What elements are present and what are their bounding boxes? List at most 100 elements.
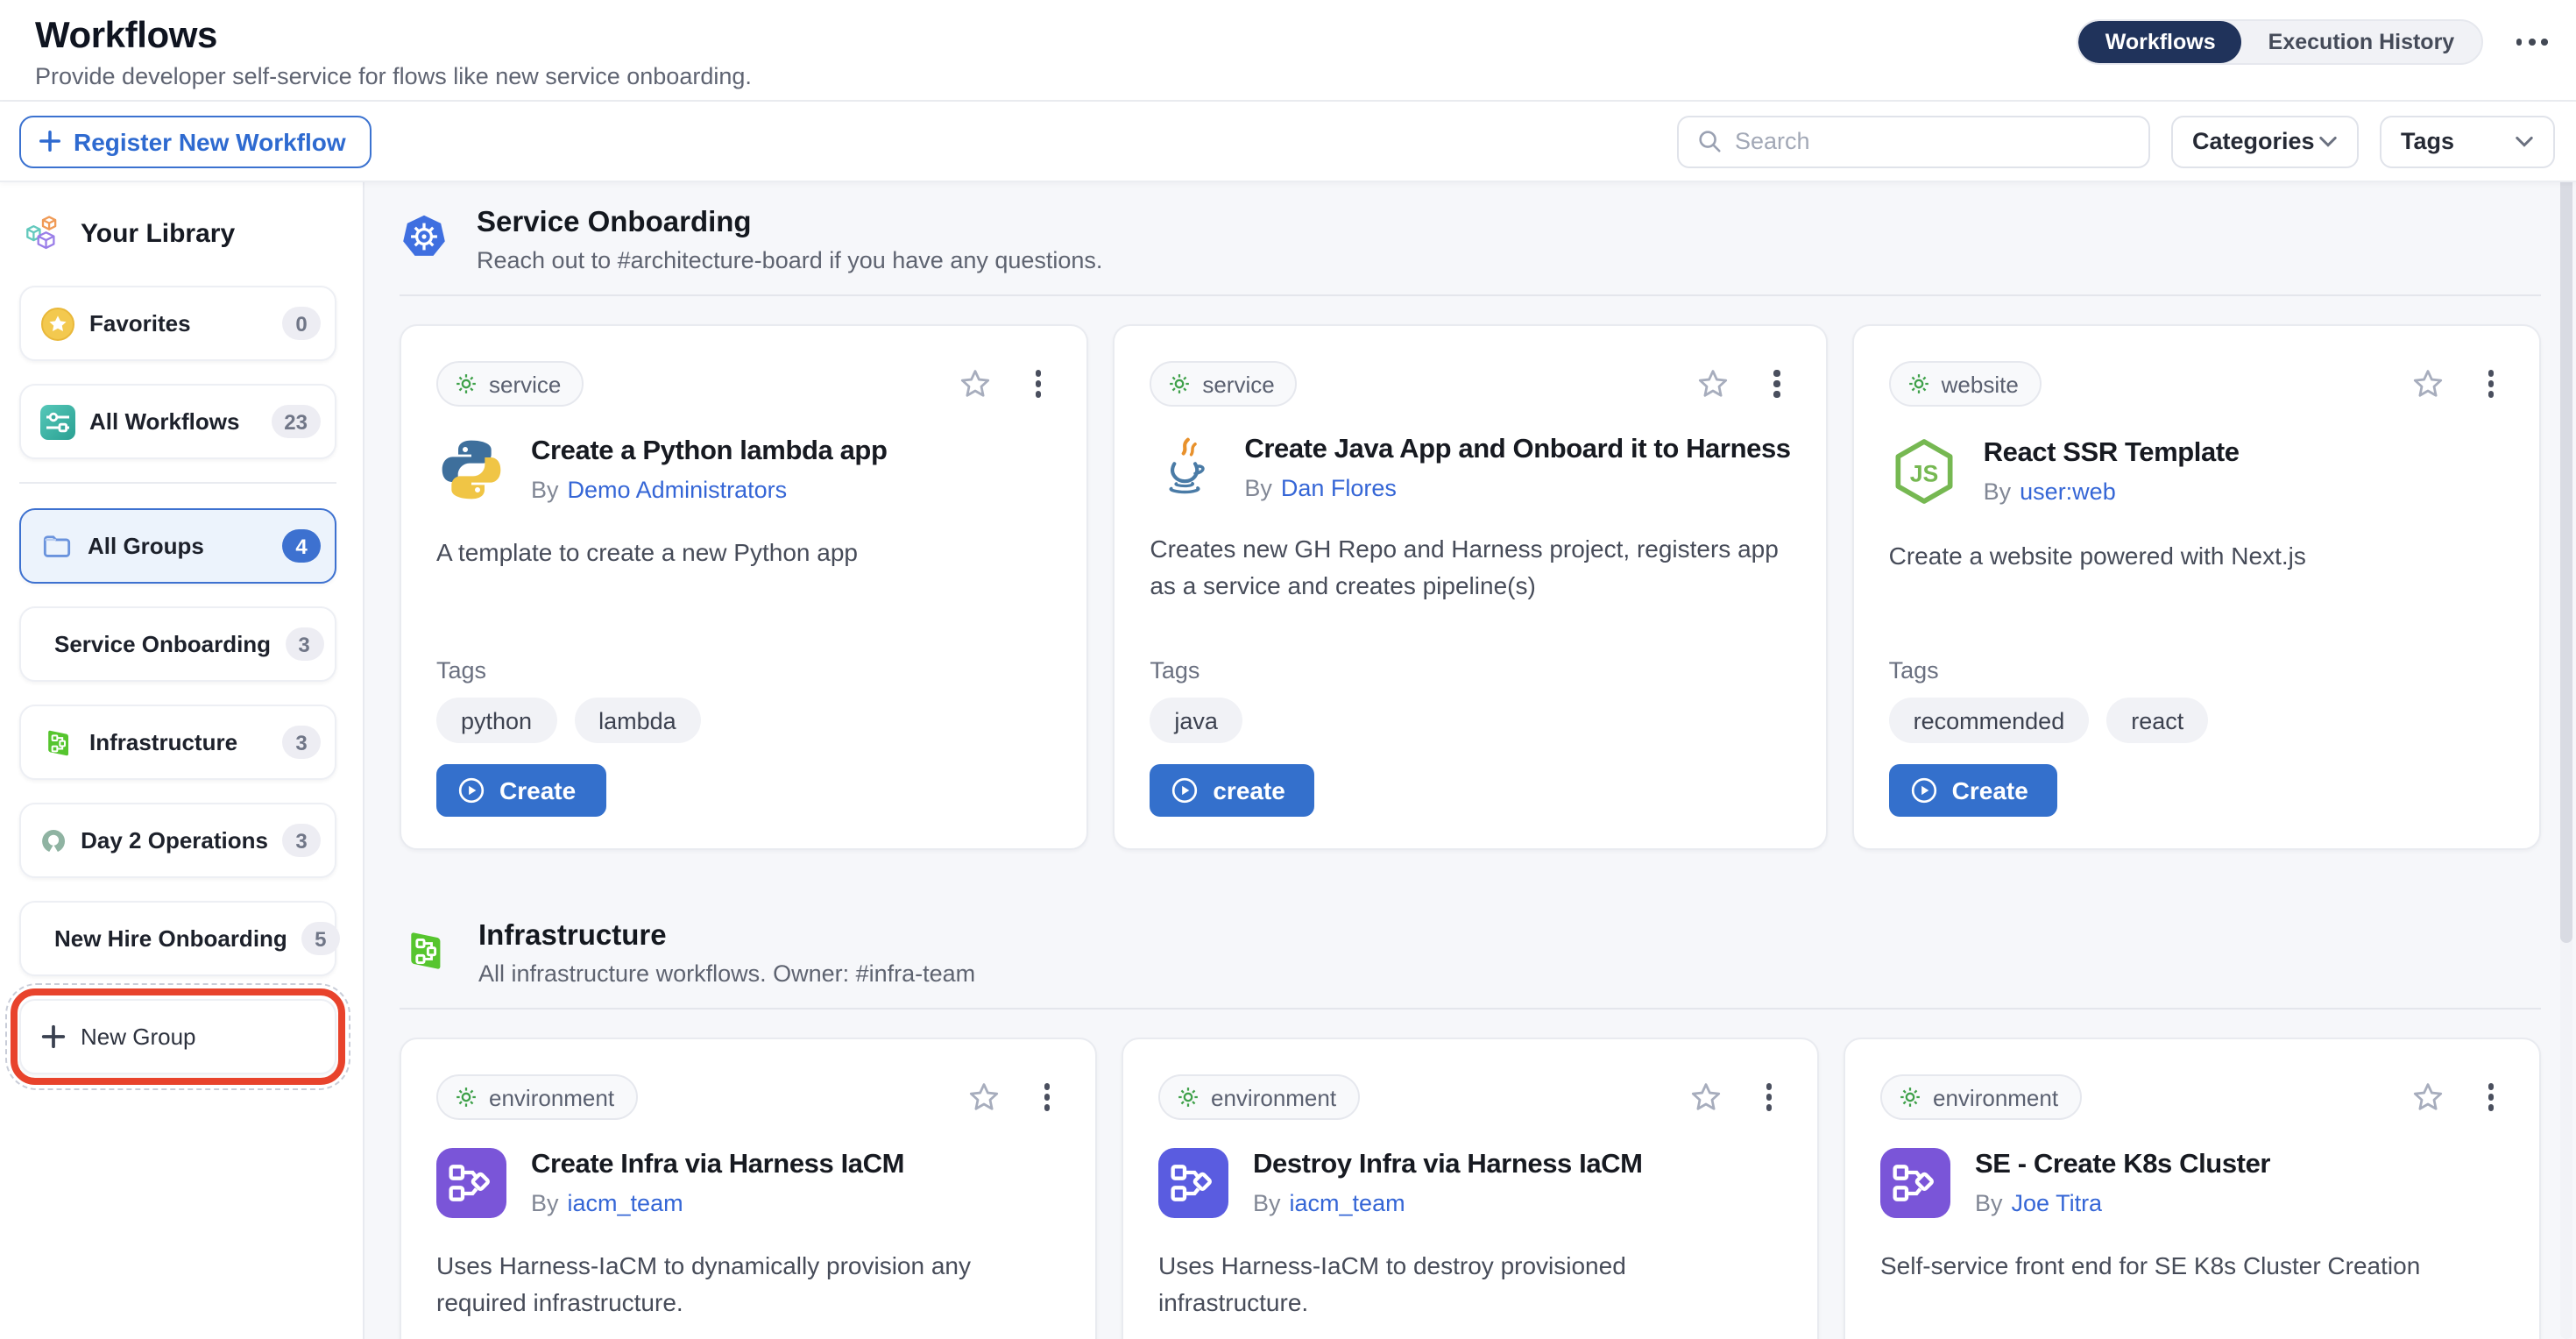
gear-icon (1176, 1085, 1200, 1109)
gear-icon (454, 1085, 478, 1109)
section-title: Infrastructure (478, 920, 975, 953)
infrastructure-icon (400, 925, 450, 976)
card-title: Destroy Infra via Harness IaCM (1253, 1150, 1643, 1181)
owner-link[interactable]: Demo Administrators (568, 477, 788, 503)
create-button[interactable]: Create (436, 764, 605, 817)
section-subtitle: Reach out to #architecture-board if you … (477, 247, 1102, 273)
vertical-scrollbar (2560, 172, 2572, 1339)
owner-link[interactable]: iacm_team (568, 1190, 683, 1216)
favorite-star-icon[interactable] (1695, 365, 1732, 402)
sidebar-item-service-onboarding[interactable]: Service Onboarding 3 (19, 606, 336, 682)
view-toggle: Workflows Execution History (2077, 19, 2483, 65)
card-description: Self-service front end for SE K8s Cluste… (1880, 1248, 2504, 1285)
type-chip: service (1150, 361, 1297, 407)
play-icon (457, 776, 485, 804)
sidebar-item-all-workflows[interactable]: All Workflows 23 (19, 384, 336, 459)
count-badge: 3 (282, 726, 321, 759)
card-description: Create a website powered with Next.js (1889, 538, 2504, 575)
search-box (1677, 115, 2150, 167)
favorite-star-icon[interactable] (2409, 365, 2445, 402)
sidebar-divider (19, 482, 336, 484)
scrollbar-thumb[interactable] (2560, 172, 2572, 943)
owner-link[interactable]: iacm_team (1290, 1190, 1405, 1216)
java-icon (1150, 435, 1220, 501)
register-new-workflow-button[interactable]: Register New Workflow (19, 115, 372, 167)
workflow-card: service (400, 324, 1088, 850)
kebab-menu-icon[interactable] (1771, 366, 1784, 401)
iacm-flowchart-icon (1158, 1148, 1228, 1218)
count-badge: 4 (282, 529, 321, 563)
owner-link[interactable]: user:web (2020, 478, 2116, 505)
kebab-menu-icon[interactable] (1762, 1080, 1775, 1115)
kebab-menu-icon[interactable] (2484, 1080, 2497, 1115)
tag-pill[interactable]: java (1150, 698, 1242, 743)
sidebar-item-day-2-operations[interactable]: Day 2 Operations 3 (19, 803, 336, 878)
page-subtitle: Provide developer self-service for flows… (35, 63, 752, 89)
tab-workflows[interactable]: Workflows (2079, 21, 2242, 63)
tab-execution-history[interactable]: Execution History (2242, 21, 2481, 63)
play-icon (1171, 776, 1199, 804)
kubernetes-icon (400, 212, 449, 261)
chevron-down-icon (2515, 134, 2534, 148)
sidebar-item-new-hire-onboarding[interactable]: New Hire Onboarding 5 (19, 901, 336, 976)
sidebar-item-infrastructure[interactable]: Infrastructure 3 (19, 705, 336, 780)
plus-icon (40, 1024, 67, 1050)
tag-pill[interactable]: lambda (574, 698, 701, 743)
tag-pill[interactable]: react (2106, 698, 2208, 743)
infrastructure-icon (40, 725, 75, 760)
card-description: Uses Harness-IaCM to destroy provisioned… (1158, 1248, 1782, 1321)
favorite-star-icon[interactable] (957, 365, 994, 402)
gear-icon (1898, 1085, 1922, 1109)
categories-dropdown[interactable]: Categories (2171, 115, 2359, 167)
card-title: Create a Python lambda app (531, 436, 888, 468)
nodejs-icon: JS (1889, 435, 1959, 508)
kebab-menu-icon[interactable] (2484, 366, 2497, 401)
day2-operations-icon (40, 823, 67, 858)
workflow-icon (40, 404, 75, 439)
tag-pill[interactable]: recommended (1889, 698, 2090, 743)
type-chip: environment (1880, 1074, 2081, 1120)
kebab-menu-icon[interactable] (1040, 1080, 1053, 1115)
kebab-menu-icon[interactable] (1032, 366, 1045, 401)
gear-icon (1907, 372, 1931, 396)
search-input[interactable] (1735, 128, 2131, 154)
card-description: A template to create a new Python app (436, 535, 1051, 571)
workflow-card: environment Create Infra via Harness IaC… (400, 1038, 1097, 1339)
page-title: Workflows (35, 16, 752, 58)
card-title: Create Infra via Harness IaCM (531, 1150, 904, 1181)
favorites-star-icon (40, 306, 75, 341)
count-badge: 23 (271, 405, 321, 438)
card-title: Create Java App and Onboard it to Harnes… (1244, 435, 1790, 466)
favorite-star-icon[interactable] (1687, 1079, 1723, 1116)
section-title: Service Onboarding (477, 207, 1102, 240)
sidebar-item-favorites[interactable]: Favorites 0 (19, 286, 336, 361)
section-subtitle: All infrastructure workflows. Owner: #in… (478, 960, 975, 987)
create-button[interactable]: Create (1889, 764, 2058, 817)
app-window: Workflows Provide developer self-service… (0, 0, 2576, 1339)
gear-icon (454, 372, 478, 396)
library-header: Your Library (23, 214, 336, 254)
svg-text:JS: JS (1909, 460, 1938, 486)
favorite-star-icon[interactable] (2409, 1079, 2445, 1116)
workflow-card: service (1113, 324, 1827, 850)
tag-pill[interactable]: python (436, 698, 556, 743)
search-icon (1696, 128, 1723, 154)
favorite-star-icon[interactable] (965, 1079, 1001, 1116)
create-button[interactable]: create (1150, 764, 1315, 817)
card-description: Uses Harness-IaCM to dynamically provisi… (436, 1248, 1060, 1321)
tags-dropdown[interactable]: Tags (2380, 115, 2555, 167)
plus-icon (39, 130, 61, 152)
workflow-groups-panel: Service Onboarding Reach out to #archite… (364, 182, 2576, 1339)
more-menu-icon[interactable] (2512, 32, 2551, 53)
owner-link[interactable]: Joe Titra (2012, 1190, 2103, 1216)
toolbar: Register New Workflow Categories Tags (0, 102, 2576, 182)
type-chip: website (1889, 361, 2042, 407)
sidebar-item-all-groups[interactable]: All Groups 4 (19, 508, 336, 584)
folder-icon (40, 529, 74, 563)
iacm-flowchart-icon (1880, 1148, 1950, 1218)
owner-link[interactable]: Dan Flores (1281, 475, 1397, 501)
page-header: Workflows Provide developer self-service… (0, 0, 2576, 102)
section-divider (400, 1008, 2541, 1010)
new-group-button[interactable]: New Group (19, 999, 336, 1074)
tags-label: Tags (436, 657, 1051, 684)
